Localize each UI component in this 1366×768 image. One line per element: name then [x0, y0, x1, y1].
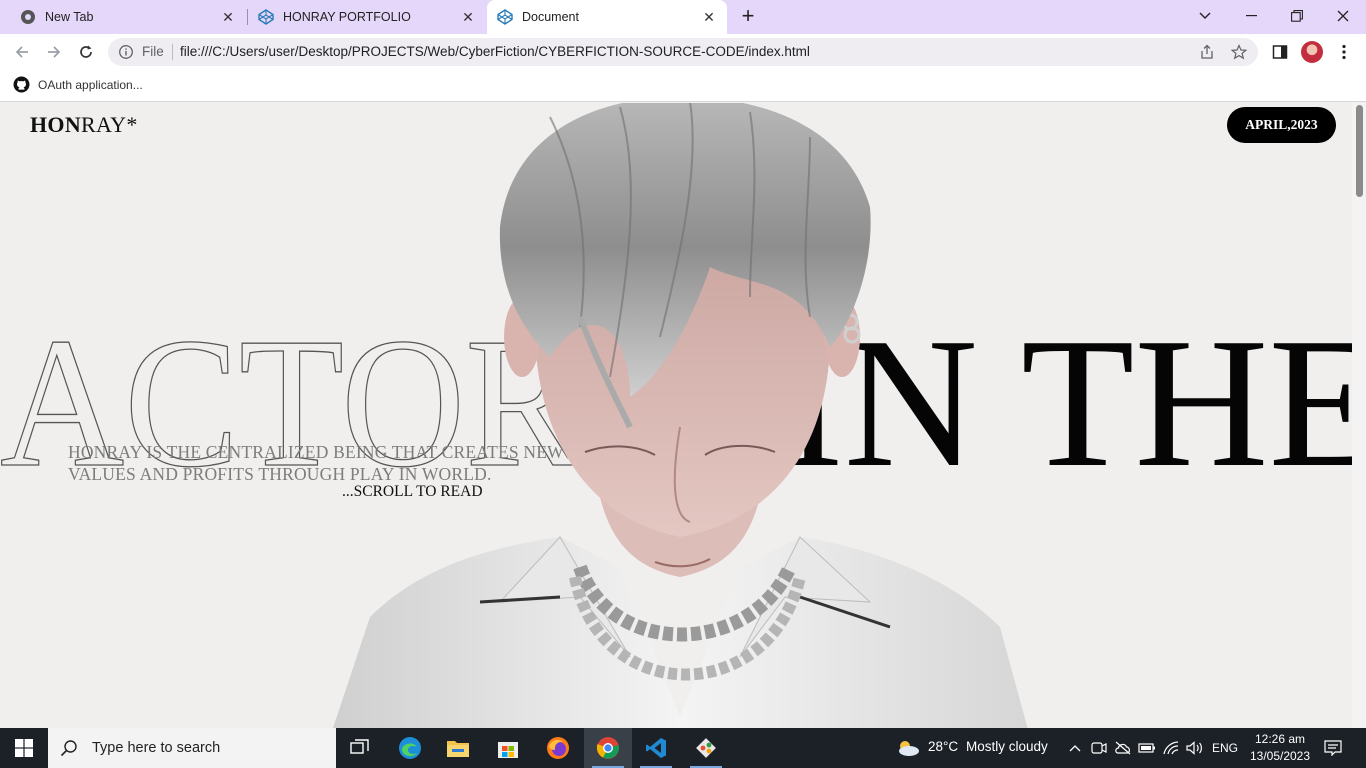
bookmarks-bar: OAuth application...	[0, 70, 1366, 102]
browser-toolbar: File file:///C:/Users/user/Desktop/PROJE…	[0, 34, 1366, 70]
back-button[interactable]	[10, 40, 34, 64]
scroll-hint: ...SCROLL TO READ	[342, 483, 483, 500]
tab-strip: New Tab ✕ HONRAY PORTFOLIO ✕ Document ✕ …	[0, 0, 1366, 34]
battery-icon[interactable]	[1138, 739, 1156, 757]
windows-taskbar: Type here to search 28°C Mostly cloudy E…	[0, 728, 1366, 768]
clock-time: 12:26 am	[1254, 732, 1306, 746]
weather-temp[interactable]: 28°C	[928, 739, 958, 754]
close-window-button[interactable]	[1320, 0, 1366, 32]
brand-bold: HON	[30, 112, 82, 137]
divider	[172, 44, 173, 60]
codepen-icon	[258, 9, 274, 25]
address-bar[interactable]: File file:///C:/Users/user/Desktop/PROJE…	[108, 38, 1258, 66]
vertical-scrollbar[interactable]	[1352, 103, 1366, 728]
brand-logo[interactable]: HONRAY*	[30, 112, 138, 138]
scheme-label: File	[142, 44, 164, 59]
brand-rest: RAY*	[81, 112, 138, 137]
volume-icon[interactable]	[1186, 739, 1204, 757]
minimize-button[interactable]	[1228, 0, 1274, 32]
language-indicator[interactable]: ENG	[1212, 741, 1238, 755]
share-icon[interactable]	[1198, 43, 1216, 61]
microsoft-store-icon[interactable]	[484, 728, 532, 768]
edge-icon[interactable]	[386, 728, 434, 768]
chevron-up-icon[interactable]	[1066, 739, 1084, 757]
search-placeholder: Type here to search	[92, 740, 221, 756]
notifications-icon[interactable]	[1324, 739, 1342, 757]
tab-document[interactable]: Document ✕	[487, 0, 727, 34]
start-button[interactable]	[0, 728, 48, 768]
clock-date: 13/05/2023	[1249, 749, 1311, 763]
close-tab-icon[interactable]: ✕	[701, 9, 717, 25]
tab-title: New Tab	[45, 10, 94, 24]
side-panel-icon[interactable]	[1270, 42, 1290, 62]
firefox-icon[interactable]	[534, 728, 582, 768]
git-client-icon[interactable]	[682, 728, 730, 768]
tab-honray-portfolio[interactable]: HONRAY PORTFOLIO ✕	[248, 0, 486, 34]
bookmark-star-icon[interactable]	[1230, 43, 1248, 61]
vscode-icon[interactable]	[632, 728, 680, 768]
url-text[interactable]: file:///C:/Users/user/Desktop/PROJECTS/W…	[180, 44, 810, 59]
profile-avatar[interactable]	[1301, 41, 1323, 63]
meet-now-icon[interactable]	[1090, 739, 1108, 757]
tab-new-tab[interactable]: New Tab ✕	[8, 0, 246, 34]
restore-button[interactable]	[1274, 0, 1320, 32]
codepen-icon	[497, 9, 513, 25]
menu-kebab-icon[interactable]	[1334, 42, 1354, 62]
close-tab-icon[interactable]: ✕	[220, 9, 236, 25]
bookmark-label: OAuth application...	[38, 77, 143, 92]
cloud-sync-off-icon[interactable]	[1114, 739, 1132, 757]
forward-button[interactable]	[42, 40, 66, 64]
scrollbar-thumb[interactable]	[1356, 105, 1363, 197]
github-icon	[13, 76, 30, 93]
info-icon[interactable]	[118, 44, 134, 60]
taskbar-search-box[interactable]: Type here to search	[48, 728, 336, 768]
date-badge[interactable]: APRIL,2023	[1227, 107, 1336, 143]
weather-cloud-icon[interactable]	[896, 739, 920, 757]
chrome-taskbar-icon[interactable]	[584, 728, 632, 768]
clock[interactable]: 12:26 am 13/05/2023	[1248, 731, 1312, 765]
tab-title: HONRAY PORTFOLIO	[283, 10, 411, 24]
task-view-icon[interactable]	[336, 728, 384, 768]
tab-search-chevron-icon[interactable]	[1182, 0, 1228, 32]
close-tab-icon[interactable]: ✕	[460, 9, 476, 25]
character-illustration	[330, 103, 1050, 728]
file-explorer-icon[interactable]	[434, 728, 482, 768]
weather-condition[interactable]: Mostly cloudy	[966, 739, 1048, 754]
new-tab-button[interactable]: +	[736, 5, 760, 29]
wifi-icon[interactable]	[1162, 739, 1180, 757]
tab-title: Document	[522, 10, 579, 24]
reload-button[interactable]	[74, 40, 98, 64]
chrome-icon	[20, 9, 36, 25]
webpage-viewport: ACTOR IN THE HONRAY IS THE CENTRALIZED B…	[0, 103, 1366, 728]
windows-logo-icon	[15, 739, 33, 757]
bookmark-oauth[interactable]: OAuth application...	[13, 76, 143, 93]
search-icon	[60, 740, 77, 757]
